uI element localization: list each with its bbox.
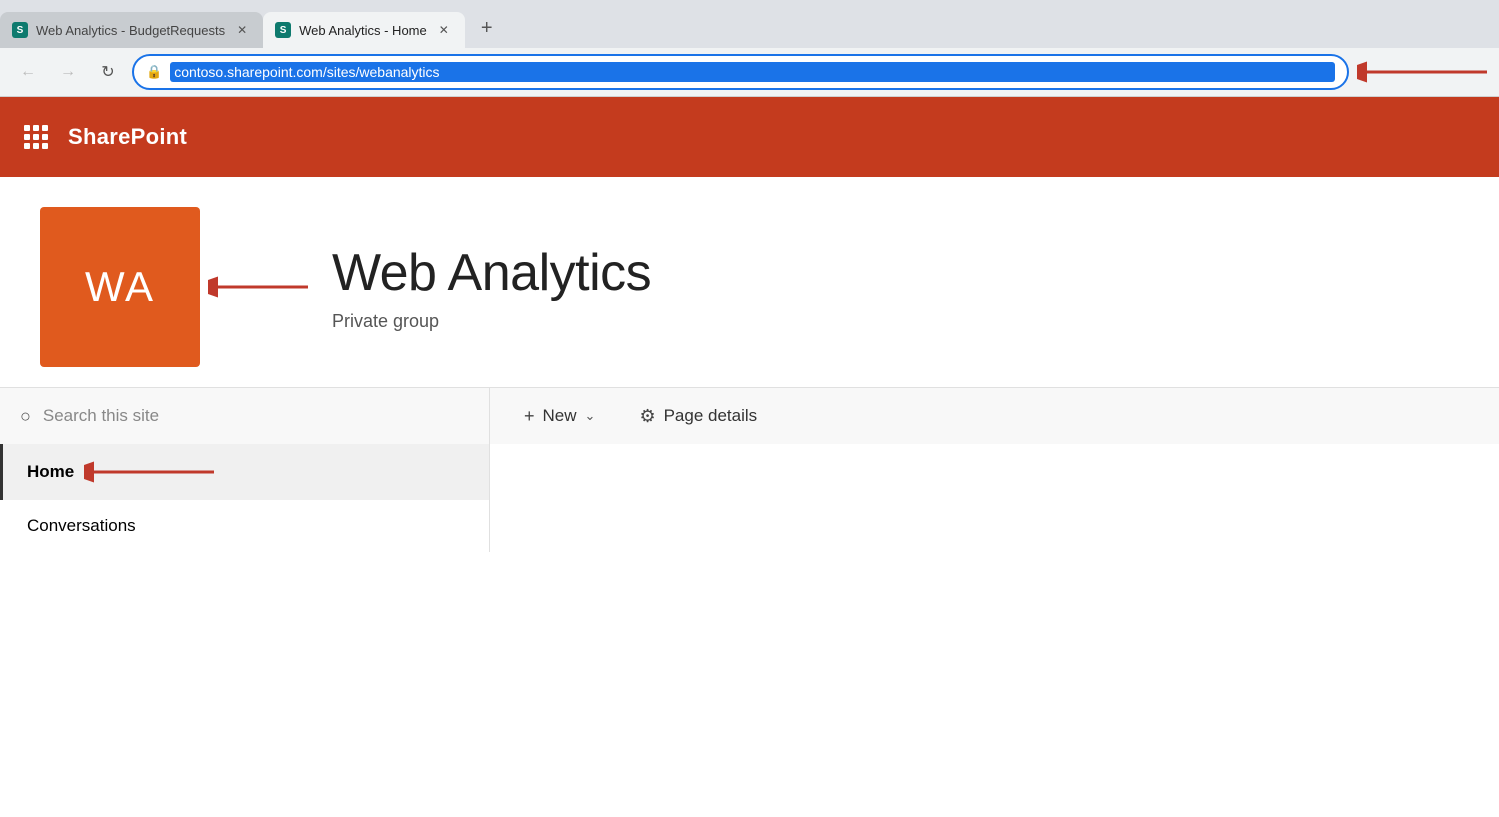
toolbar-row: ○ Search this site + New ⌄ ⚙ Page detail…: [0, 387, 1499, 444]
tab-budget-favicon: S: [12, 22, 28, 38]
site-logo-text: WA: [85, 263, 155, 311]
site-header: WA Web Analytics Private group: [0, 177, 1499, 367]
nav-item-home[interactable]: Home: [0, 444, 489, 500]
content-area: Home Conversations: [0, 444, 1499, 552]
site-logo: WA: [40, 207, 200, 367]
site-type: Private group: [332, 311, 651, 332]
reload-button[interactable]: ↻: [92, 56, 124, 88]
tab-bar: S Web Analytics - BudgetRequests ✕ S Web…: [0, 0, 1499, 48]
forward-button[interactable]: →: [52, 56, 84, 88]
grid-dot: [42, 125, 48, 131]
back-button[interactable]: ←: [12, 56, 44, 88]
search-placeholder: Search this site: [43, 406, 159, 426]
app-launcher-button[interactable]: [24, 125, 48, 149]
tab-budget-close[interactable]: ✕: [233, 21, 251, 39]
nav-conversations-label: Conversations: [27, 516, 136, 536]
new-button-label: New: [543, 406, 577, 426]
arrow-annotation-home: [84, 460, 214, 484]
search-area[interactable]: ○ Search this site: [0, 388, 490, 444]
gear-icon: ⚙: [639, 406, 655, 427]
grid-dot: [33, 125, 39, 131]
arrow-annotation-address: [1357, 57, 1487, 87]
page-details-button[interactable]: ⚙ Page details: [629, 400, 767, 433]
tab-budget-label: Web Analytics - BudgetRequests: [36, 23, 225, 38]
new-button[interactable]: + New ⌄: [514, 400, 605, 433]
tab-home-label: Web Analytics - Home: [299, 23, 427, 38]
tab-home-close[interactable]: ✕: [435, 21, 453, 39]
site-name: Web Analytics: [332, 243, 651, 303]
arrow-annotation-logo: [208, 272, 308, 302]
address-bar-row: ← → ↻ 🔒 contoso.sharepoint.com/sites/web…: [0, 48, 1499, 96]
nav-home-label: Home: [27, 462, 74, 482]
sharepoint-header: SharePoint: [0, 97, 1499, 177]
grid-dot: [24, 134, 30, 140]
left-nav: Home Conversations: [0, 444, 490, 552]
tab-home[interactable]: S Web Analytics - Home ✕: [263, 12, 465, 48]
site-info: Web Analytics Private group: [332, 243, 651, 332]
grid-dot: [24, 125, 30, 131]
grid-dot: [33, 134, 39, 140]
address-bar[interactable]: 🔒 contoso.sharepoint.com/sites/webanalyt…: [132, 54, 1349, 90]
new-tab-button[interactable]: +: [469, 10, 505, 46]
nav-item-conversations[interactable]: Conversations: [0, 500, 489, 552]
main-content: [490, 444, 1499, 552]
sharepoint-logo-text: SharePoint: [68, 124, 187, 150]
grid-dot: [42, 134, 48, 140]
page-details-label: Page details: [664, 406, 758, 426]
tab-budget[interactable]: S Web Analytics - BudgetRequests ✕: [0, 12, 263, 48]
lock-icon: 🔒: [146, 64, 162, 80]
tab-home-favicon: S: [275, 22, 291, 38]
plus-icon: +: [524, 406, 535, 427]
grid-dot: [24, 143, 30, 149]
grid-dot: [33, 143, 39, 149]
toolbar-actions: + New ⌄ ⚙ Page details: [490, 388, 791, 444]
search-icon: ○: [20, 406, 31, 427]
address-text: contoso.sharepoint.com/sites/webanalytic…: [170, 62, 1335, 82]
grid-dot: [42, 143, 48, 149]
new-chevron-icon: ⌄: [585, 408, 596, 424]
browser-chrome: S Web Analytics - BudgetRequests ✕ S Web…: [0, 0, 1499, 97]
